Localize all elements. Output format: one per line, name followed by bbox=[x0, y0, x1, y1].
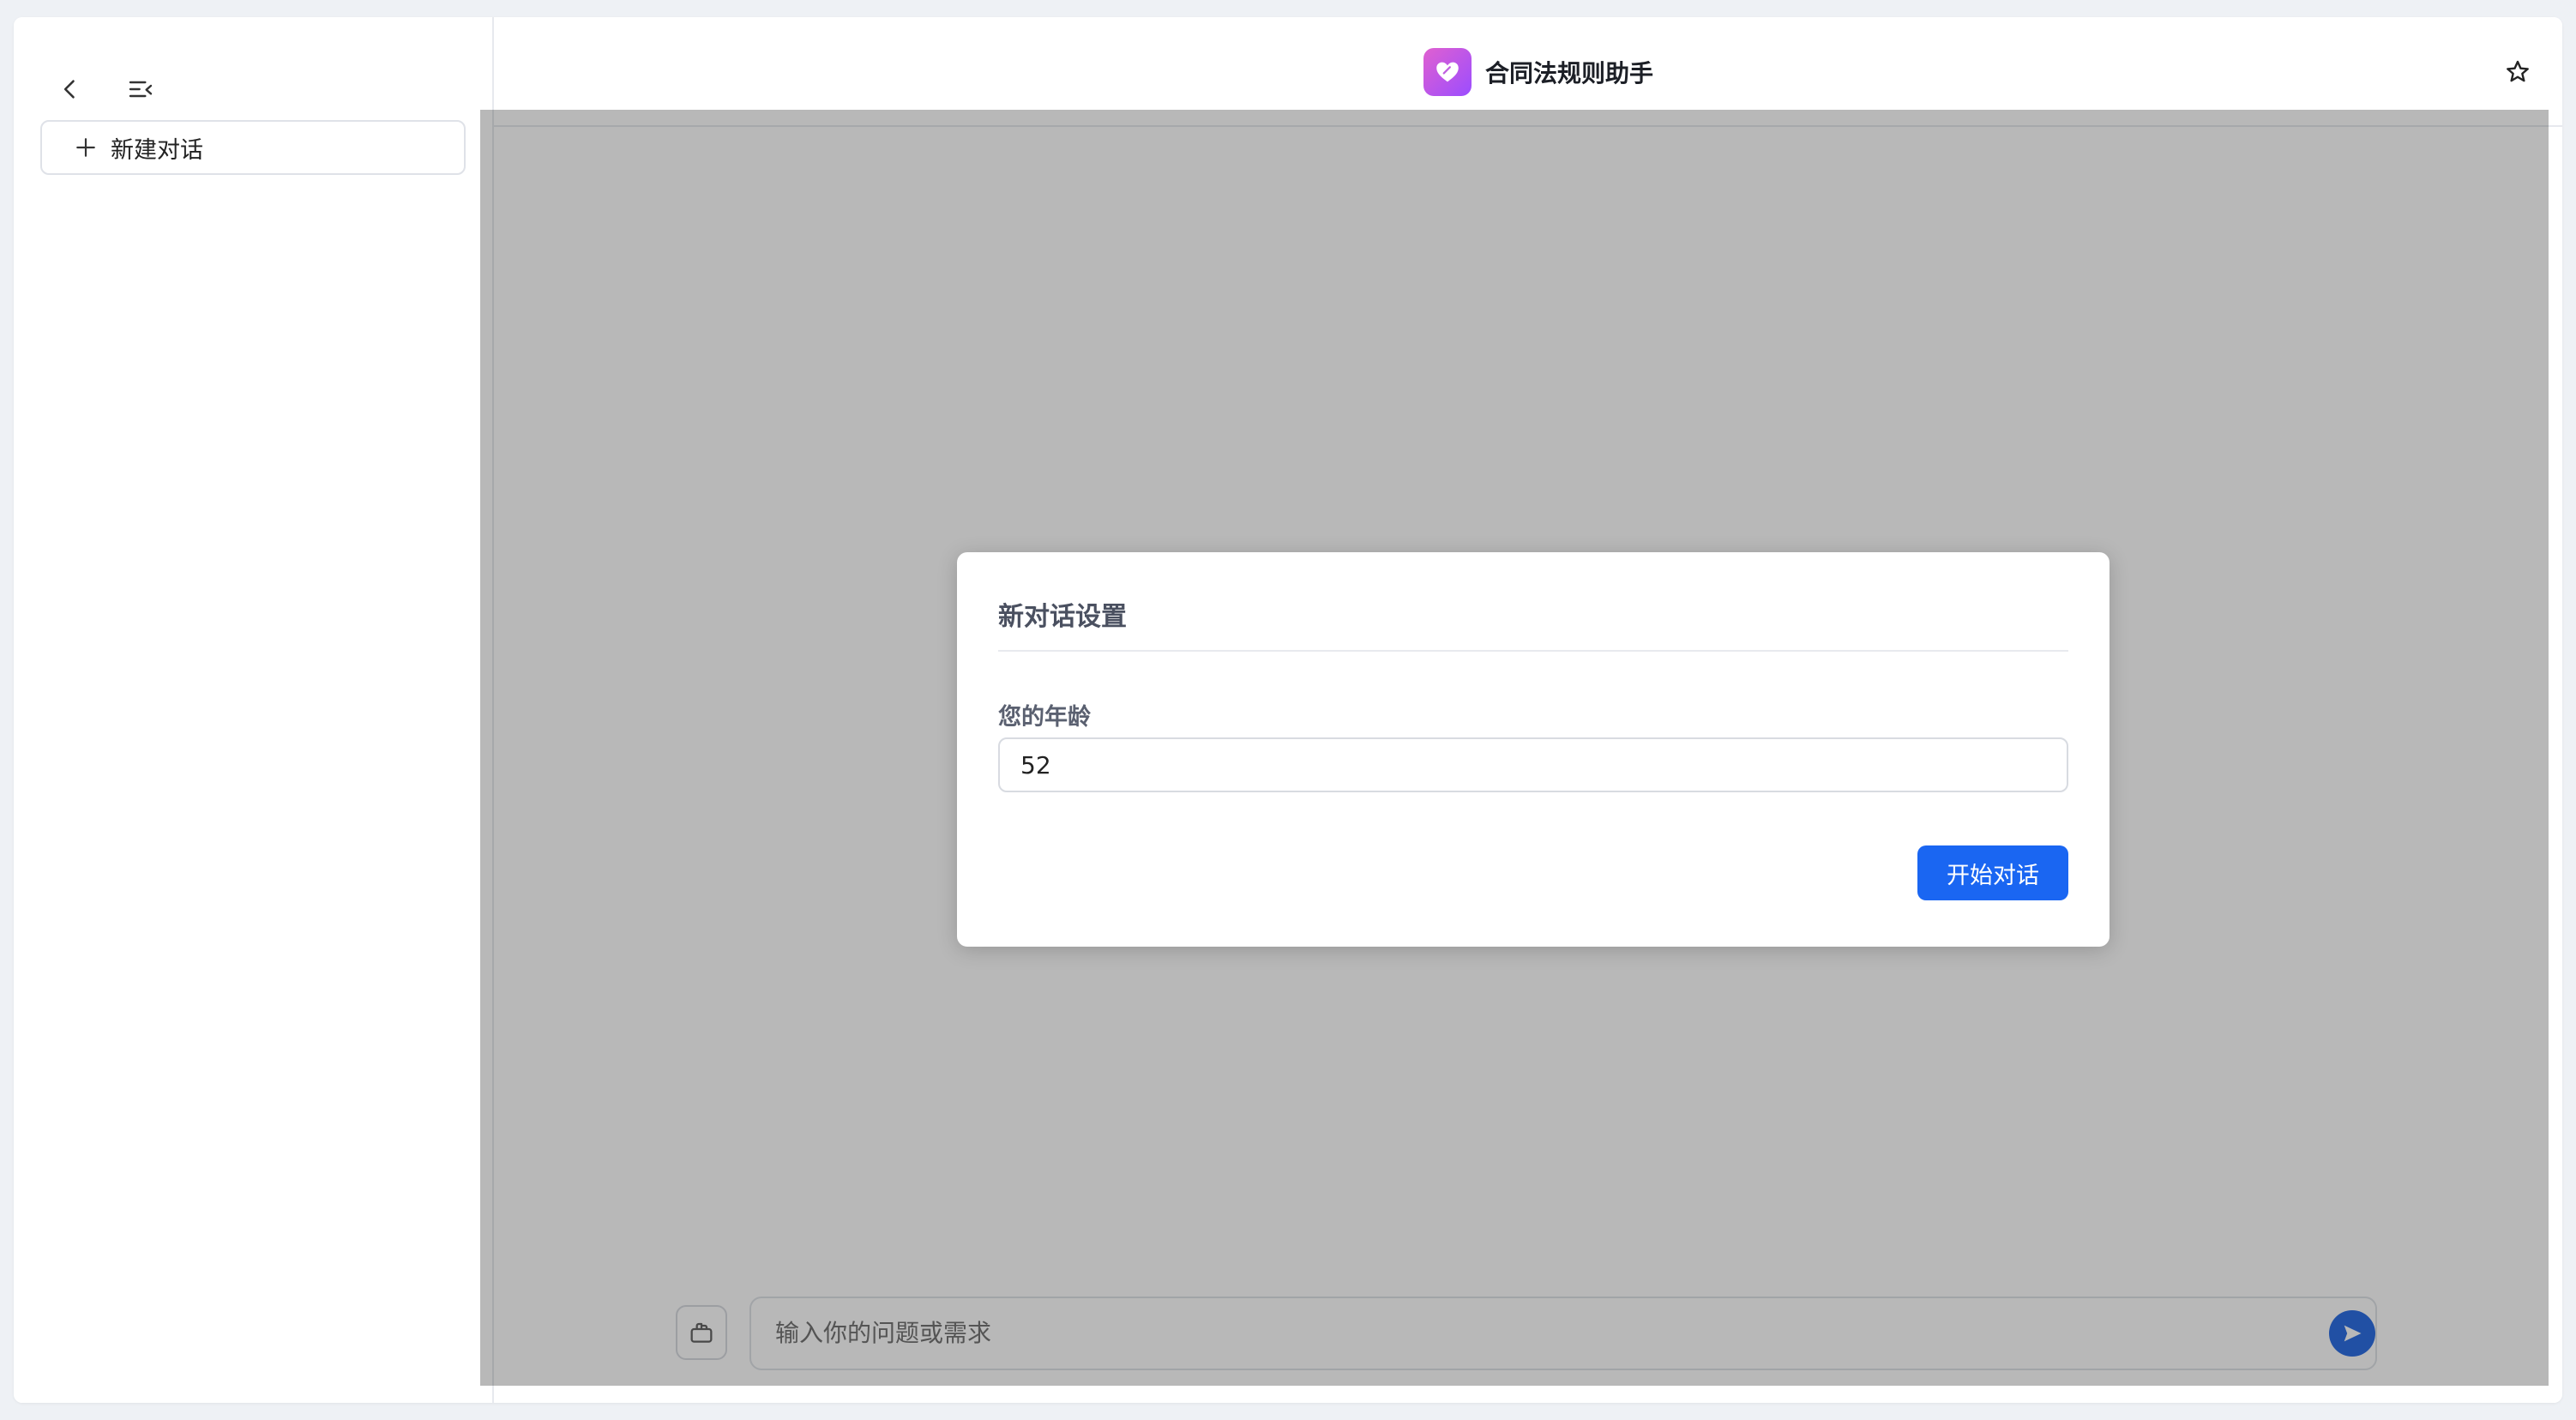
sidebar-toolbar bbox=[51, 55, 159, 123]
new-chat-label: 新建对话 bbox=[111, 136, 203, 164]
dialog-divider bbox=[998, 650, 2068, 652]
age-label: 您的年龄 bbox=[998, 704, 1091, 731]
dialog-title: 新对话设置 bbox=[998, 602, 1127, 632]
page-title: 合同法规则助手 bbox=[1485, 59, 1654, 87]
start-chat-button[interactable]: 开始对话 bbox=[1917, 845, 2068, 900]
star-icon bbox=[2507, 60, 2529, 82]
menu-collapse-icon bbox=[129, 81, 153, 98]
age-input[interactable] bbox=[998, 737, 2068, 792]
collapse-sidebar-button[interactable] bbox=[122, 70, 159, 108]
new-chat-settings-dialog: 新对话设置 您的年龄 开始对话 bbox=[957, 552, 2110, 947]
sidebar: 新建对话 bbox=[14, 17, 494, 1403]
back-button[interactable] bbox=[51, 70, 89, 108]
app-logo bbox=[1423, 48, 1472, 96]
chevron-left-icon bbox=[63, 80, 75, 99]
new-chat-button[interactable]: 新建对话 bbox=[40, 120, 466, 175]
favorite-button[interactable] bbox=[2499, 53, 2537, 91]
heart-icon bbox=[1436, 62, 1459, 82]
plus-icon bbox=[76, 138, 95, 157]
header-title-group: 合同法规则助手 bbox=[1423, 46, 1653, 98]
